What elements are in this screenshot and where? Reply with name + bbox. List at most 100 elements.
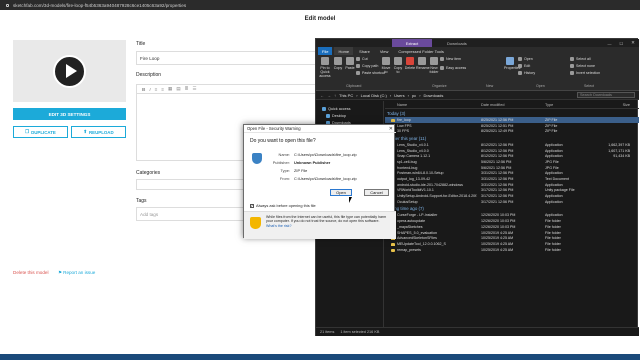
ribbon-item[interactable]: Open [518, 57, 533, 61]
field-value: Unknown Publisher [294, 160, 331, 165]
up-icon[interactable]: ↑ [334, 93, 336, 98]
ribbon-item[interactable]: New folder [428, 57, 440, 74]
table-button[interactable]: ▤ [176, 86, 180, 92]
crumb-pc[interactable]: pc [412, 93, 416, 98]
italic-button[interactable]: I [149, 87, 150, 92]
title-input[interactable]: Fire Loop [136, 51, 316, 65]
copy-icon [334, 57, 342, 65]
column-date[interactable]: Date modified [477, 103, 545, 107]
column-name[interactable]: Name [385, 103, 477, 107]
group-header[interactable]: Today (3) [385, 109, 639, 117]
flag-icon: ⚑ [58, 270, 63, 275]
forward-icon[interactable]: → [327, 93, 331, 98]
ribbon-item-label: Move to [381, 66, 391, 74]
ribbon-item[interactable]: Easy access [440, 66, 466, 70]
ribbon-item[interactable]: History [518, 71, 535, 75]
ribbon-item[interactable]: Pin to Quick access [319, 57, 331, 78]
minimize-icon[interactable]: — [604, 41, 616, 46]
always-ask-checkbox[interactable]: ✓ Always ask before opening this file [250, 203, 316, 208]
ribbon-item[interactable]: Copy path [356, 64, 378, 68]
ribbon-tab-home[interactable]: Home [334, 47, 354, 55]
play-icon [66, 64, 77, 78]
column-type[interactable]: Type [545, 103, 600, 107]
align-left-button[interactable]: ≡ [155, 87, 158, 92]
ribbon-item[interactable]: Properties [504, 57, 520, 70]
file-name: fire_loop [385, 118, 477, 122]
file-name-text: 30 FPS [397, 129, 409, 134]
align-center-button[interactable]: ≡ [161, 87, 164, 92]
crumb-users[interactable]: Users [394, 93, 404, 98]
ribbon-tab-share[interactable]: Share [355, 47, 374, 55]
address-bar[interactable]: ← → ↑ This PC › Local Disk (C:) › Users … [316, 91, 639, 100]
file-date: 8/12/2021 12:56 PM [481, 154, 514, 159]
open-button[interactable]: Open [330, 189, 352, 196]
report-issue-link[interactable]: ⚑ Report an issue [58, 270, 95, 276]
ribbon-item[interactable]: Edit [518, 64, 530, 68]
ribbon-tab-view[interactable]: View [376, 47, 393, 55]
nav-item[interactable]: Quick access [316, 105, 383, 112]
ribbon-item[interactable]: Move to [380, 57, 392, 74]
crumb-this-pc[interactable]: This PC [339, 93, 353, 98]
group-header[interactable]: Earlier this year (11) [385, 134, 639, 142]
delete-model-link[interactable]: Delete this model [13, 270, 49, 275]
ribbon-item[interactable]: Copy [332, 57, 344, 70]
reupload-button[interactable]: ⬆ REUPLOAD [71, 126, 126, 138]
crumb-local-disk[interactable]: Local Disk (C:) [361, 93, 387, 98]
column-size[interactable]: Size [600, 103, 630, 107]
edit-3d-settings-button[interactable]: EDIT 3D SETTINGS [13, 108, 126, 120]
nav-item[interactable]: Desktop [316, 112, 383, 119]
ribbon-tab-compressed[interactable]: Compressed Folder Tools [394, 47, 448, 55]
ribbon-item[interactable]: Delete [404, 57, 416, 70]
file-type: Application [545, 171, 563, 176]
ribbon-item[interactable]: Cut [356, 57, 368, 61]
pin-icon [321, 57, 329, 65]
file-row[interactable]: Lens_Studio_v4.0.1 8/12/2021 12:56 PM Appl… [385, 142, 639, 148]
cut-icon [356, 57, 360, 61]
risk-link[interactable]: What's the risk? [266, 224, 291, 228]
image-button[interactable]: ▦ [168, 86, 172, 92]
back-icon[interactable]: ← [320, 93, 324, 98]
file-row[interactable]: remap_presets 10/25/2019 4:25 AM File fold… [385, 247, 639, 253]
group-header[interactable]: A long time ago (7) [385, 205, 639, 213]
file-date: 3/31/2021 12:56 PM [481, 171, 514, 176]
ribbon-item[interactable]: Paste [344, 57, 356, 70]
dialog-close-icon[interactable]: ✕ [389, 126, 393, 132]
tab-extract[interactable]: Extract [392, 39, 432, 47]
ribbon-item[interactable]: Copy to [392, 57, 404, 74]
warning-message: While files from the Internet can be use… [266, 215, 387, 224]
cancel-button[interactable]: Cancel [364, 189, 389, 196]
browser-address-bar[interactable]: sketchfab.com/3d-models/fire-loop-f54b53… [0, 0, 640, 10]
ribbon-item[interactable]: Rename [416, 57, 430, 70]
crumb-downloads[interactable]: Downloads [424, 93, 444, 98]
checkbox-check-icon[interactable]: ✓ [250, 203, 254, 208]
file-name-text: OculusSetup [397, 199, 418, 204]
ribbon-item[interactable]: Invert selection [570, 71, 600, 75]
ribbon-tab-file[interactable]: File [318, 47, 333, 55]
nav-item-label: Quick access [328, 106, 351, 111]
file-name: VRWorldToolkitV1.10.1 [385, 188, 477, 193]
file-name-text: fire_loop [397, 117, 411, 122]
list-button[interactable]: ≣ [185, 86, 189, 92]
ribbon-item[interactable]: Select none [570, 64, 595, 68]
maximize-icon[interactable]: ☐ [616, 41, 628, 46]
duplicate-button[interactable]: ❐ DUPLICATE [13, 126, 68, 138]
checkbox-label: Always ask before opening this file [256, 203, 316, 208]
file-date: 12/26/2020 10:03 PM [481, 219, 516, 224]
tab-downloads[interactable]: Downloads [442, 39, 472, 47]
ribbon-item-label: Select none [576, 64, 595, 68]
file-row[interactable]: Snap Camera 1.12.1 8/12/2021 12:56 PM Appl… [385, 153, 639, 159]
file-name: remap_presets [385, 248, 477, 252]
file-row[interactable]: Lens_Studio_v4.0.0 8/12/2021 12:56 PM Appl… [385, 148, 639, 154]
ribbon-item[interactable]: Select all [570, 57, 591, 61]
search-input[interactable]: Search Downloads [577, 92, 635, 98]
dialog-question: Do you want to open this file? [250, 138, 316, 144]
bold-button[interactable]: B [142, 87, 145, 92]
ribbon-item-label: Easy access [446, 66, 467, 70]
file-name-text: Low FPS [397, 123, 412, 128]
ribbon-item[interactable]: New item [440, 57, 461, 61]
close-icon[interactable]: ✕ [627, 40, 639, 46]
file-date: 8/25/2021 12:51 PM [481, 123, 514, 128]
url-text[interactable]: sketchfab.com/3d-models/fire-loop-f54b53… [13, 3, 186, 8]
file-name: output_log_13-09-42 [385, 177, 477, 182]
ordered-list-button[interactable]: ☰ [193, 86, 197, 92]
